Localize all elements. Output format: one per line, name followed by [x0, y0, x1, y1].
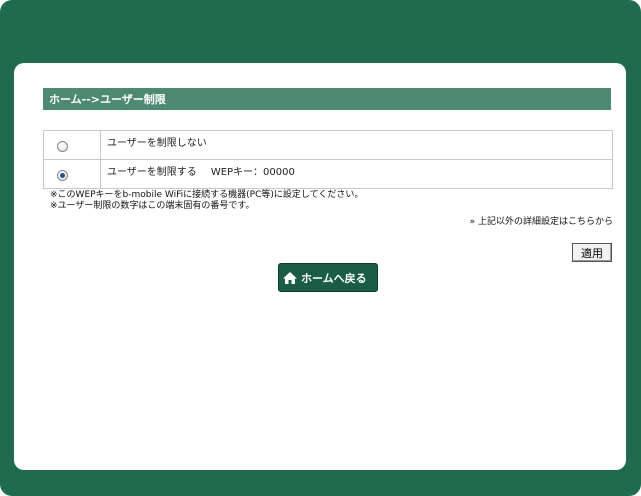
home-button-label: ホームへ戻る: [301, 271, 367, 285]
user-restriction-options: ユーザーを制限しない ユーザーを制限する WEPキー：00000: [43, 130, 613, 189]
option-row-no-restriction: ユーザーを制限しない: [43, 130, 613, 160]
note-line: ※このWEPキーをb-mobile WiFiに接続する機器(PC等)に設定してく…: [50, 190, 364, 200]
option-label-cell: ユーザーを制限する WEPキー：00000: [100, 159, 613, 189]
option-row-restrict: ユーザーを制限する WEPキー：00000: [43, 159, 613, 189]
option-label: ユーザーを制限する: [107, 167, 197, 178]
note-line: ※ユーザー制限の数字はこの端末固有の番号です。: [50, 201, 255, 211]
content-panel: ホーム-->ユーザー制限 ユーザーを制限しない ユーザーを制限する WEPキー：0…: [14, 63, 626, 470]
radio-cell: [43, 130, 101, 160]
option-label: ユーザーを制限しない: [100, 130, 613, 160]
radio-restrict[interactable]: [57, 170, 68, 181]
detail-settings-link[interactable]: » 上記以外の詳細設定はこちらから: [470, 214, 613, 227]
home-button[interactable]: ホームへ戻る: [278, 263, 378, 292]
page-title: ホーム-->ユーザー制限: [43, 87, 611, 110]
apply-button[interactable]: 適用: [572, 243, 612, 262]
radio-cell: [43, 159, 101, 189]
notes: ※このWEPキーをb-mobile WiFiに接続する機器(PC等)に設定してく…: [50, 190, 363, 212]
home-icon: [283, 271, 297, 284]
radio-no-restriction[interactable]: [57, 141, 68, 152]
window-frame: ホーム-->ユーザー制限 ユーザーを制限しない ユーザーを制限する WEPキー：0…: [0, 0, 641, 496]
wep-key-label: WEPキー：00000: [210, 167, 295, 178]
